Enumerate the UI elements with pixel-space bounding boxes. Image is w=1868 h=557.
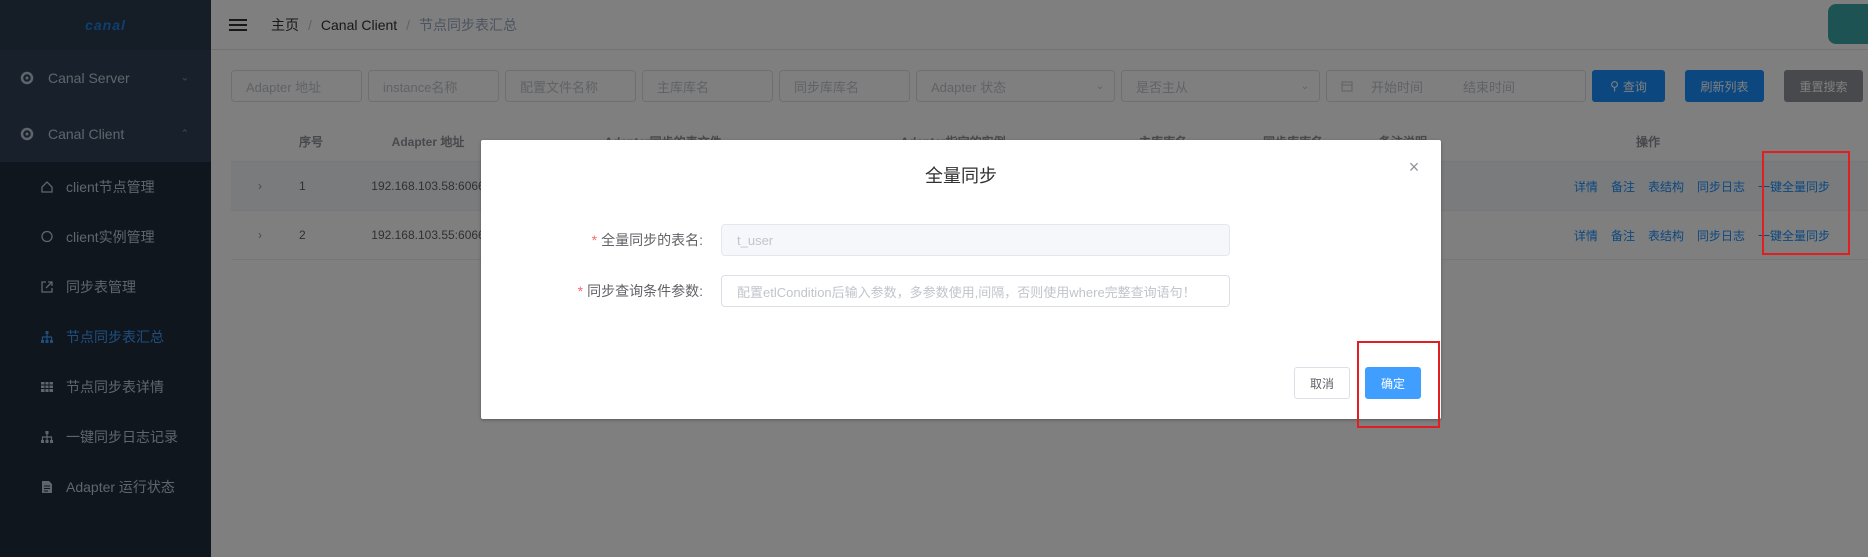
form-row-table-name: * 全量同步的表名: t_user — [481, 224, 1230, 256]
annotation-highlight-confirm — [1357, 341, 1440, 428]
cancel-button[interactable]: 取消 — [1294, 367, 1350, 399]
condition-field[interactable]: 配置etlCondition后输入参数，多参数使用,间隔，否则使用where完整… — [721, 275, 1230, 307]
table-name-label: * 全量同步的表名: — [481, 230, 721, 250]
table-name-field[interactable]: t_user — [721, 224, 1230, 256]
condition-placeholder: 配置etlCondition后输入参数，多参数使用,间隔，否则使用where完整… — [737, 284, 1196, 300]
table-name-value: t_user — [737, 232, 774, 248]
table-name-label-text: 全量同步的表名: — [601, 232, 703, 248]
full-sync-dialog: 全量同步 × * 全量同步的表名: t_user * 同步查询条件参数: 配置etl… — [481, 140, 1441, 419]
form-row-condition: * 同步查询条件参数: 配置etlCondition后输入参数，多参数使用,间隔，… — [481, 275, 1230, 307]
required-mark: * — [577, 283, 584, 299]
required-mark: * — [591, 232, 598, 248]
annotation-highlight-full-sync — [1762, 151, 1850, 255]
condition-label-text: 同步查询条件参数: — [587, 283, 703, 299]
condition-label: * 同步查询条件参数: — [481, 281, 721, 301]
cancel-label: 取消 — [1309, 376, 1334, 391]
dialog-title: 全量同步 — [925, 166, 997, 186]
close-icon[interactable]: × — [1405, 158, 1423, 176]
